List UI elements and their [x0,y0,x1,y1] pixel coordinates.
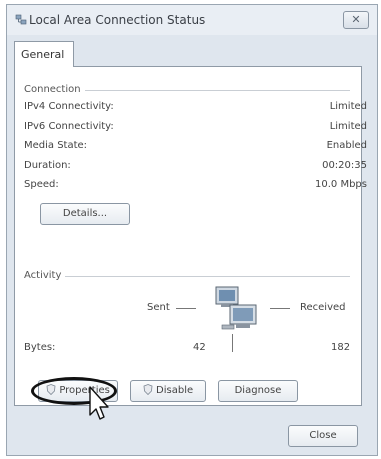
close-icon: ✕ [351,13,361,26]
media-state-label: Media State: [24,140,88,151]
disable-button-label: Disable [156,385,194,396]
network-computers-icon [215,286,257,330]
media-state-value: Enabled [326,140,367,151]
speed-value: 10.0 Mbps [315,179,367,190]
ipv4-label: IPv4 Connectivity: [24,101,114,112]
activity-divider [64,276,350,277]
title-bar[interactable]: Local Area Connection Status ✕ [7,5,377,35]
ipv6-label: IPv6 Connectivity: [24,121,114,132]
close-window-button[interactable]: ✕ [343,11,369,29]
duration-label: Duration: [24,160,71,171]
activity-heading: Activity [24,270,66,281]
bytes-label: Bytes: [24,342,56,353]
connection-divider [70,90,350,91]
received-line [270,308,290,309]
window-title: Local Area Connection Status [29,13,206,27]
sent-label: Sent [147,302,170,313]
close-button[interactable]: Close [288,425,358,447]
mouse-cursor-icon [89,386,109,420]
connection-heading: Connection [24,84,85,95]
details-button[interactable]: Details... [40,203,130,225]
bytes-separator [232,334,233,352]
bytes-received-value: 182 [331,342,351,353]
bytes-sent-value: 42 [193,342,206,353]
duration-value: 00:20:35 [322,160,367,171]
uac-shield-icon [143,384,153,396]
ipv6-value: Limited [329,121,367,132]
speed-label: Speed: [24,179,59,190]
diagnose-button[interactable]: Diagnose [218,380,298,402]
general-panel [14,66,362,406]
tab-general[interactable]: General [14,41,74,67]
received-label: Received [300,302,346,313]
sent-line [176,308,196,309]
disable-button[interactable]: Disable [130,380,206,402]
ipv4-value: Limited [329,101,367,112]
network-icon [15,14,27,25]
